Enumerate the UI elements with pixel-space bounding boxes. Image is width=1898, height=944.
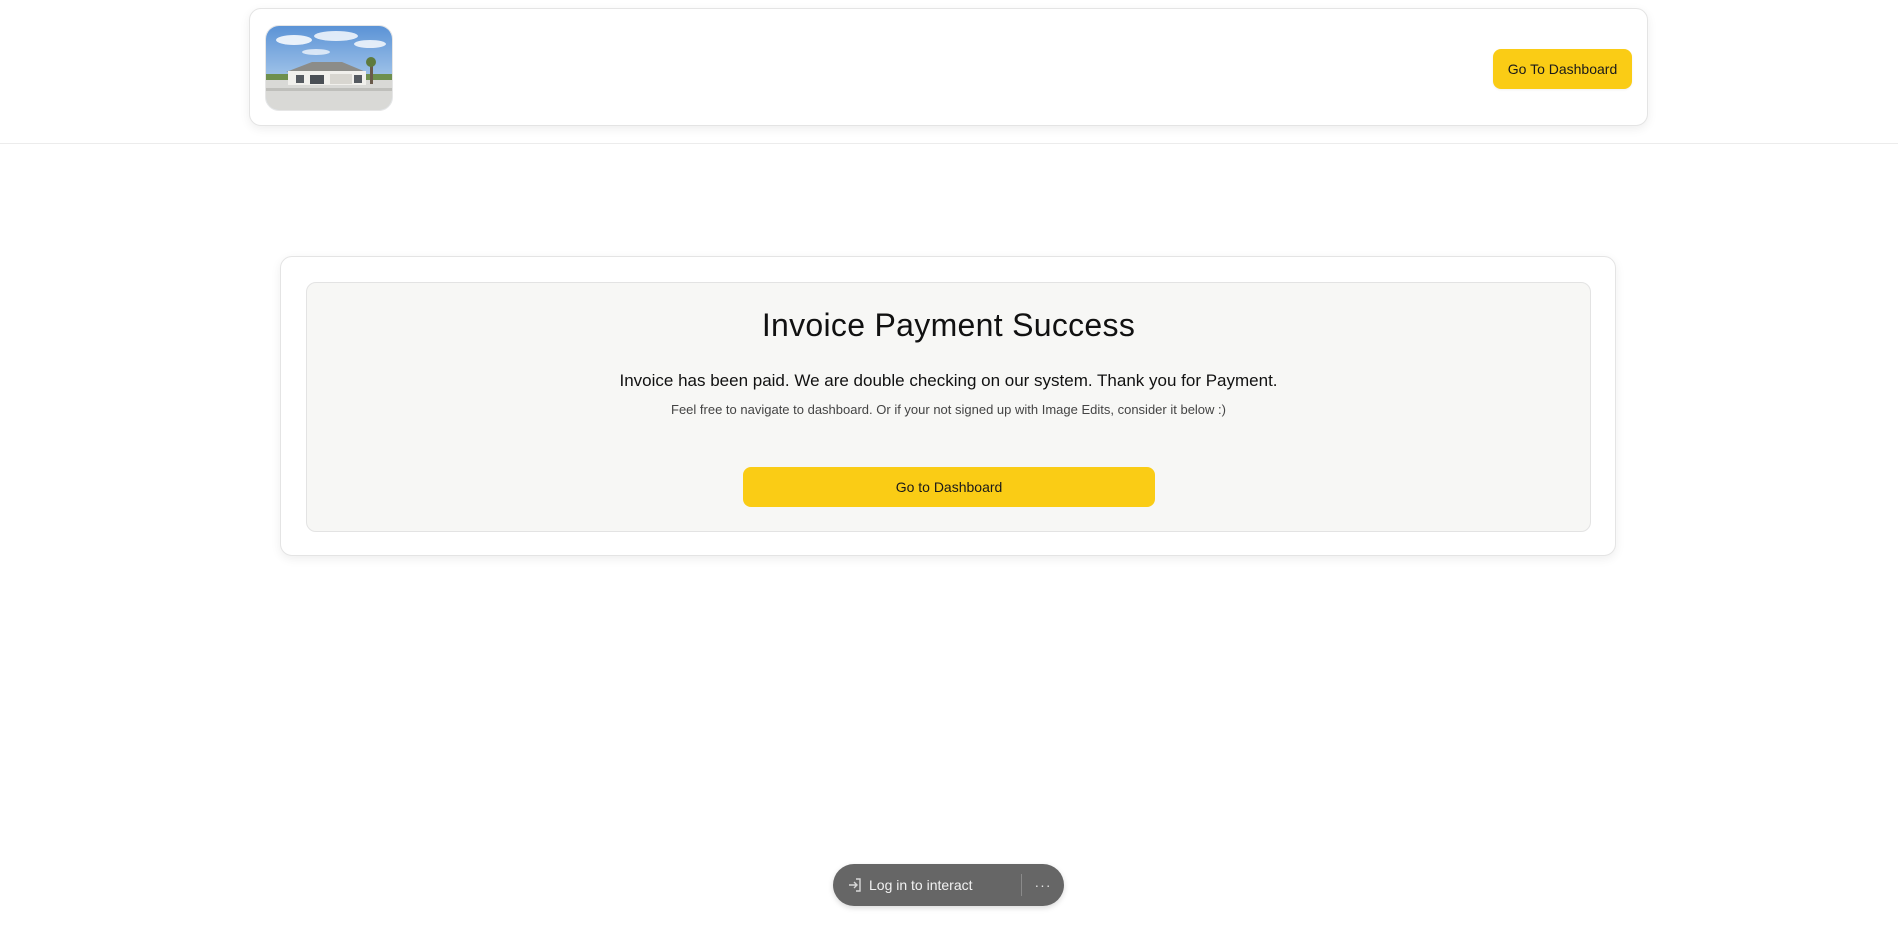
floating-login-bar: Log in to interact ··· [833, 864, 1064, 906]
login-arrow-icon [847, 877, 863, 893]
payment-message: Invoice has been paid. We are double che… [619, 371, 1278, 390]
house-photo-logo-image [266, 26, 392, 110]
payment-success-card: Invoice Payment Success Invoice has been… [280, 256, 1616, 556]
login-to-interact-button[interactable]: Log in to interact [833, 864, 1021, 906]
top-bar: Go To Dashboard [0, 0, 1898, 144]
go-to-dashboard-button[interactable]: Go to Dashboard [743, 467, 1155, 507]
header-card: Go To Dashboard [249, 8, 1648, 126]
logo [265, 25, 393, 111]
payment-success-panel: Invoice Payment Success Invoice has been… [306, 282, 1591, 532]
navigation-note: Feel free to navigate to dashboard. Or i… [671, 402, 1226, 417]
page-title: Invoice Payment Success [761, 307, 1136, 343]
header-go-to-dashboard-button[interactable]: Go To Dashboard [1493, 49, 1632, 89]
login-label: Log in to interact [869, 877, 973, 893]
more-dots-icon[interactable]: ··· [1022, 864, 1064, 906]
